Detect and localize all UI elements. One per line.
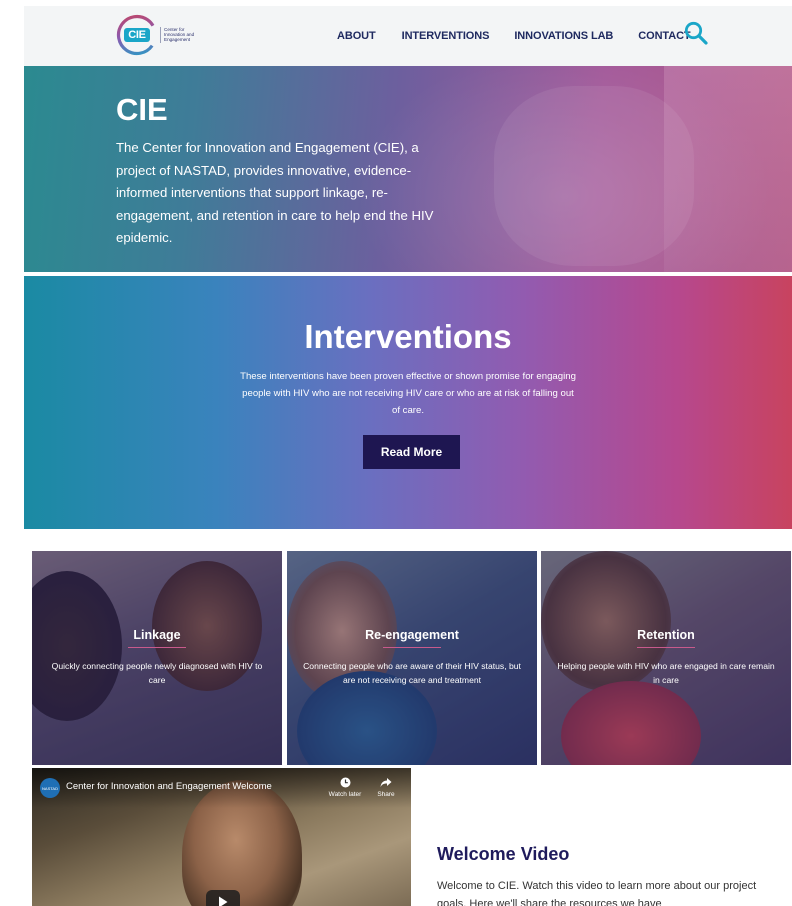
card-divider <box>128 647 186 648</box>
read-more-button[interactable]: Read More <box>363 435 460 469</box>
video-title[interactable]: Center for Innovation and Engagement Wel… <box>66 781 272 792</box>
nav-innovations-lab[interactable]: INNOVATIONS LAB <box>514 30 613 42</box>
share-button[interactable]: Share <box>366 777 406 798</box>
main-nav: ABOUT INTERVENTIONS INNOVATIONS LAB CONT… <box>337 6 716 66</box>
hero-title: CIE <box>116 92 168 127</box>
interventions-description: These interventions have been proven eff… <box>240 371 576 416</box>
logo-line: Engagement <box>164 37 191 43</box>
nav-about[interactable]: ABOUT <box>337 30 376 42</box>
play-button[interactable] <box>206 890 240 906</box>
logo-wordmark: Center for Innovation and Engagement <box>160 27 210 43</box>
search-icon <box>684 21 708 45</box>
card-description: Helping people with HIV who are engaged … <box>557 661 775 685</box>
logo-acronym: CIE <box>128 29 146 41</box>
hero-description: The Center for Innovation and Engagement… <box>116 140 434 245</box>
welcome-video-player[interactable]: NASTAD Center for Innovation and Engagem… <box>32 768 411 906</box>
card-description: Quickly connecting people newly diagnose… <box>51 661 263 685</box>
card-overlay <box>287 551 537 765</box>
card-title: Retention <box>637 628 695 642</box>
linkage-card[interactable]: Linkage Quickly connecting people newly … <box>32 551 282 765</box>
card-description: Connecting people who are aware of their… <box>303 661 521 685</box>
card-overlay <box>32 551 282 765</box>
search-button[interactable] <box>683 20 709 46</box>
hero-photo-overlay <box>664 66 792 272</box>
card-title: Re-engagement <box>365 628 459 642</box>
interventions-title: Interventions <box>304 318 512 355</box>
clock-icon <box>340 777 350 788</box>
welcome-video-description: Welcome to CIE. Watch this video to lear… <box>437 880 757 906</box>
welcome-video-title: Welcome Video <box>437 844 570 864</box>
cie-logo[interactable]: CIE Center for Innovation and Engagement <box>116 14 208 56</box>
card-divider <box>383 647 441 648</box>
card-overlay <box>541 551 791 765</box>
site-header: CIE Center for Innovation and Engagement… <box>24 6 792 66</box>
hero-banner: CIE The Center for Innovation and Engage… <box>24 66 792 272</box>
watch-later-label: Watch later <box>328 791 362 798</box>
share-label: Share <box>377 791 395 798</box>
watch-later-button[interactable]: Watch later <box>325 777 365 798</box>
re-engagement-card[interactable]: Re-engagement Connecting people who are … <box>287 551 537 765</box>
card-divider <box>637 647 695 648</box>
card-title: Linkage <box>133 628 181 642</box>
share-icon <box>380 778 392 787</box>
play-icon <box>219 896 228 906</box>
retention-card[interactable]: Retention Helping people with HIV who ar… <box>541 551 791 765</box>
channel-avatar[interactable]: NASTAD <box>40 778 60 798</box>
interventions-section: Interventions These interventions have b… <box>24 276 792 529</box>
nav-interventions[interactable]: INTERVENTIONS <box>402 30 490 42</box>
